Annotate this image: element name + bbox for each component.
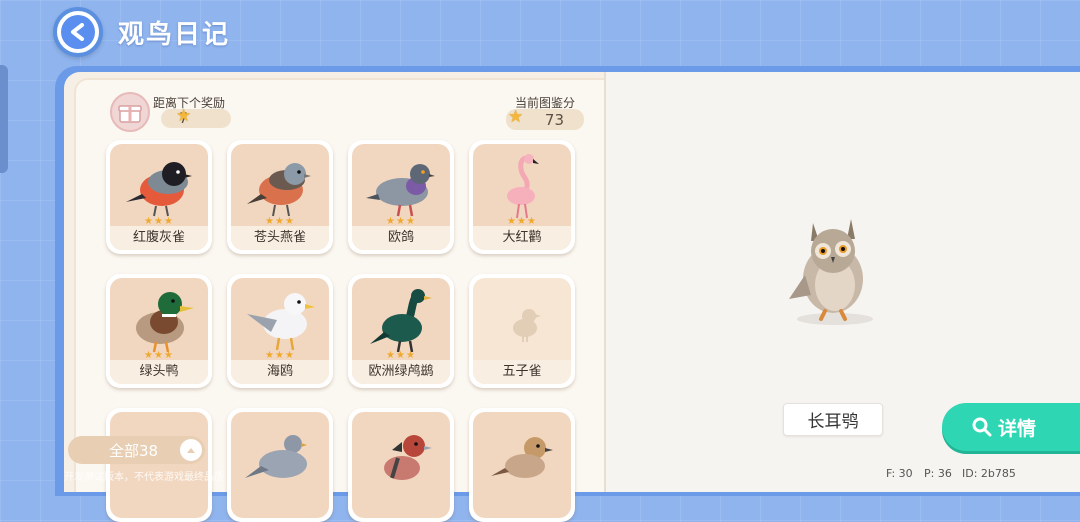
back-button[interactable] bbox=[53, 7, 103, 57]
bird-card[interactable]: ★★★ 绿头鸭 bbox=[106, 274, 212, 388]
next-reward-pill: 7 bbox=[161, 109, 231, 128]
filter-dropdown[interactable]: 全部38 bbox=[68, 436, 205, 464]
chevron-up-icon bbox=[180, 439, 202, 461]
bird-card[interactable]: ★★★ 海鸥 bbox=[227, 274, 333, 388]
bird-card-label: 五子雀 bbox=[473, 360, 571, 384]
bird-card-label: 红腹灰雀 bbox=[110, 226, 208, 250]
collection-score-value: 73 bbox=[544, 110, 564, 129]
filter-label: 全部38 bbox=[109, 441, 159, 460]
bird-card-label: 绿头鸭 bbox=[110, 360, 208, 384]
mallard-icon bbox=[136, 292, 194, 353]
bird-card[interactable] bbox=[348, 408, 454, 522]
page-title: 观鸟日记 bbox=[118, 20, 231, 50]
gift-icon[interactable] bbox=[110, 92, 150, 132]
bird-card[interactable] bbox=[469, 408, 575, 522]
chaffinch-icon bbox=[247, 163, 311, 217]
bird-card[interactable]: 五子雀 bbox=[469, 274, 575, 388]
bird-card-label: 海鸥 bbox=[231, 360, 329, 384]
flamingo-icon bbox=[507, 154, 539, 219]
locked-bird-icon bbox=[513, 309, 541, 342]
bird-card-label: 大红鹳 bbox=[473, 226, 571, 250]
long-eared-owl-icon bbox=[789, 219, 873, 325]
star-icon: ★ bbox=[176, 106, 192, 126]
bird-card[interactable]: ★★★ 欧洲绿鸬鹚 bbox=[348, 274, 454, 388]
debug-fps: F: 30 bbox=[886, 467, 913, 480]
back-arrow-icon bbox=[61, 15, 95, 49]
sparrow-icon bbox=[491, 437, 553, 478]
gull-icon bbox=[247, 293, 315, 351]
wigeon-icon bbox=[384, 435, 432, 480]
star-icon: ★ bbox=[508, 107, 524, 127]
bird-card[interactable]: ★★★ 欧鸽 bbox=[348, 140, 454, 254]
selected-bird-name: 长耳鸮 bbox=[783, 403, 883, 436]
bird-card-label: 苍头燕雀 bbox=[231, 226, 329, 250]
bird-card[interactable]: ★★★ 苍头燕雀 bbox=[227, 140, 333, 254]
debug-id: ID: 2b785 bbox=[962, 467, 1016, 480]
debug-ping: P: 36 bbox=[924, 467, 952, 480]
bird-card-label: 欧洲绿鸬鹚 bbox=[352, 360, 450, 384]
bird-card-label: 欧鸽 bbox=[352, 226, 450, 250]
dove-icon bbox=[245, 435, 307, 478]
details-button[interactable]: 详情 bbox=[942, 403, 1080, 451]
details-label: 详情 bbox=[998, 417, 1037, 440]
shag-icon bbox=[370, 289, 432, 353]
bullfinch-icon bbox=[126, 162, 192, 217]
pigeon-icon bbox=[366, 164, 435, 217]
bird-card[interactable] bbox=[106, 408, 212, 522]
bird-card[interactable] bbox=[227, 408, 333, 522]
search-icon bbox=[972, 417, 992, 437]
bird-card[interactable]: ★★★ 红腹灰雀 bbox=[106, 140, 212, 254]
dev-build-notice: 开发测试版本，不代表游戏最终品质 bbox=[64, 472, 224, 483]
side-tab-handle[interactable] bbox=[0, 65, 8, 173]
bird-card[interactable]: ★★★ 大红鹳 bbox=[469, 140, 575, 254]
